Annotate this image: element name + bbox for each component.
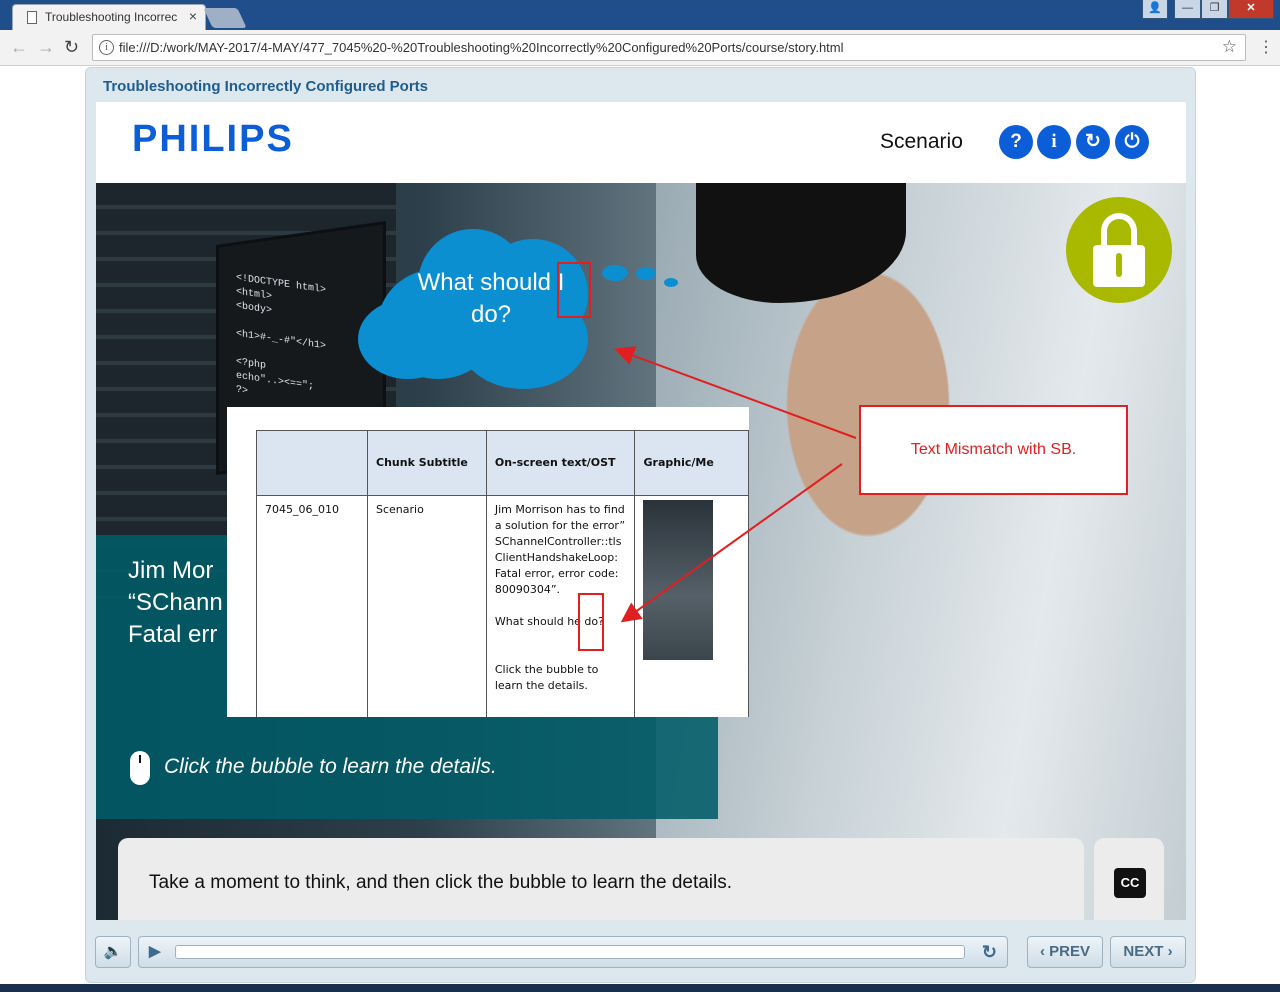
minimize-button[interactable]: — <box>1174 0 1201 19</box>
ost-text-2: What should he do? <box>494 615 604 628</box>
info-button[interactable]: i <box>1037 125 1071 159</box>
exit-button[interactable]: ⏻ <box>1115 125 1149 159</box>
section-title: Scenario <box>880 130 963 153</box>
highlight-box-storyboard <box>578 593 604 651</box>
user-profile-button[interactable]: 👤 <box>1142 0 1168 19</box>
philips-logo: PHILIPS <box>132 118 294 160</box>
course-player: Troubleshooting Incorrectly Configured P… <box>85 67 1196 983</box>
course-title: Troubleshooting Incorrectly Configured P… <box>103 78 429 95</box>
play-icon[interactable]: ▶ <box>149 937 161 967</box>
back-icon[interactable]: ← <box>10 37 28 58</box>
table-cell-ost: Jim Morrison has to find a solution for … <box>485 495 636 717</box>
table-header-cell: Graphic/Me <box>634 430 749 496</box>
volume-button[interactable]: 🔈 <box>95 936 131 968</box>
table-header-row: Chunk Subtitle On-screen text/OST Graphi… <box>256 430 749 496</box>
table-cell-subtitle: Scenario <box>367 495 487 717</box>
browser-tab[interactable]: Troubleshooting Incorrec × <box>12 4 206 30</box>
browser-toolbar: ← → ↻ i file:///D:/work/MAY-2017/4-MAY/4… <box>0 30 1280 66</box>
seekbar-container: ▶ ↻ <box>138 936 1008 968</box>
url-text[interactable]: file:///D:/work/MAY-2017/4-MAY/477_7045%… <box>119 40 844 55</box>
new-tab-button[interactable] <box>203 8 247 28</box>
highlight-box-bubble <box>557 262 591 318</box>
close-window-button[interactable]: ✕ <box>1228 0 1274 19</box>
annotation-text: Text Mismatch with SB. <box>910 441 1077 458</box>
annotation-callout: Text Mismatch with SB. <box>859 405 1128 495</box>
table-header-cell: On-screen text/OST <box>485 430 636 496</box>
storyboard-snippet: Chunk Subtitle On-screen text/OST Graphi… <box>227 407 749 717</box>
tab-title: Troubleshooting Incorrec <box>45 10 178 24</box>
replay-slide-icon[interactable]: ↻ <box>982 937 997 967</box>
address-bar[interactable]: i file:///D:/work/MAY-2017/4-MAY/477_704… <box>92 34 1246 61</box>
scenario-scene: <!DOCTYPE html> <html> <body> <h1>#-_-#"… <box>96 183 1186 920</box>
player-controls: 🔈 ▶ ↻ ‹ PREV NEXT › <box>86 930 1197 980</box>
lock-keyhole <box>1116 253 1122 277</box>
bookmark-star-icon[interactable]: ☆ <box>1222 37 1237 57</box>
graphic-thumbnail <box>643 500 714 660</box>
prev-button[interactable]: ‹ PREV <box>1027 936 1103 968</box>
browser-menu-icon[interactable]: ⋮ <box>1258 37 1274 57</box>
monitor-code: <!DOCTYPE html> <html> <body> <h1>#-_-#"… <box>236 272 327 398</box>
tab-close-icon[interactable]: × <box>189 8 197 24</box>
table-row: 7045_06_010 Scenario Jim Morrison has to… <box>256 495 749 717</box>
bubble-dot <box>636 267 656 280</box>
cc-panel: CC <box>1094 838 1164 920</box>
slide: PHILIPS Scenario ? i ↻ ⏻ <!DOCTYPE html>… <box>96 102 1186 920</box>
slide-header: PHILIPS Scenario ? i ↻ ⏻ <box>96 102 1186 183</box>
bubble-dot <box>602 265 628 281</box>
maximize-button[interactable]: ❐ <box>1201 0 1228 19</box>
next-button[interactable]: NEXT › <box>1110 936 1186 968</box>
forward-icon[interactable]: → <box>37 37 55 58</box>
caption-text: Take a moment to think, and then click t… <box>149 872 733 893</box>
page-icon <box>27 11 37 24</box>
table-header-cell <box>256 430 368 496</box>
caption-bar: Take a moment to think, and then click t… <box>118 838 1084 920</box>
replay-button[interactable]: ↻ <box>1076 125 1110 159</box>
table-header-cell: Chunk Subtitle <box>367 430 487 496</box>
os-taskbar <box>0 984 1280 992</box>
storyboard-table: Chunk Subtitle On-screen text/OST Graphi… <box>256 430 749 717</box>
table-cell-id: 7045_06_010 <box>256 495 368 717</box>
instruction-text: Click the bubble to learn the details. <box>164 755 497 778</box>
help-button[interactable]: ? <box>999 125 1033 159</box>
closed-captions-button[interactable]: CC <box>1114 868 1146 898</box>
table-cell-graphic <box>634 495 749 717</box>
ost-text-1: Jim Morrison has to find a solution for … <box>494 503 626 596</box>
reload-icon[interactable]: ↻ <box>64 37 79 58</box>
progress-bar[interactable] <box>175 945 965 959</box>
info-icon[interactable]: i <box>99 40 114 55</box>
bubble-dot <box>664 278 678 287</box>
ost-text-3: Click the bubble to learn the details. <box>494 663 599 692</box>
mouse-icon <box>130 751 150 785</box>
browser-titlebar: Troubleshooting Incorrec × 👤 — ❐ ✕ <box>0 0 1280 30</box>
